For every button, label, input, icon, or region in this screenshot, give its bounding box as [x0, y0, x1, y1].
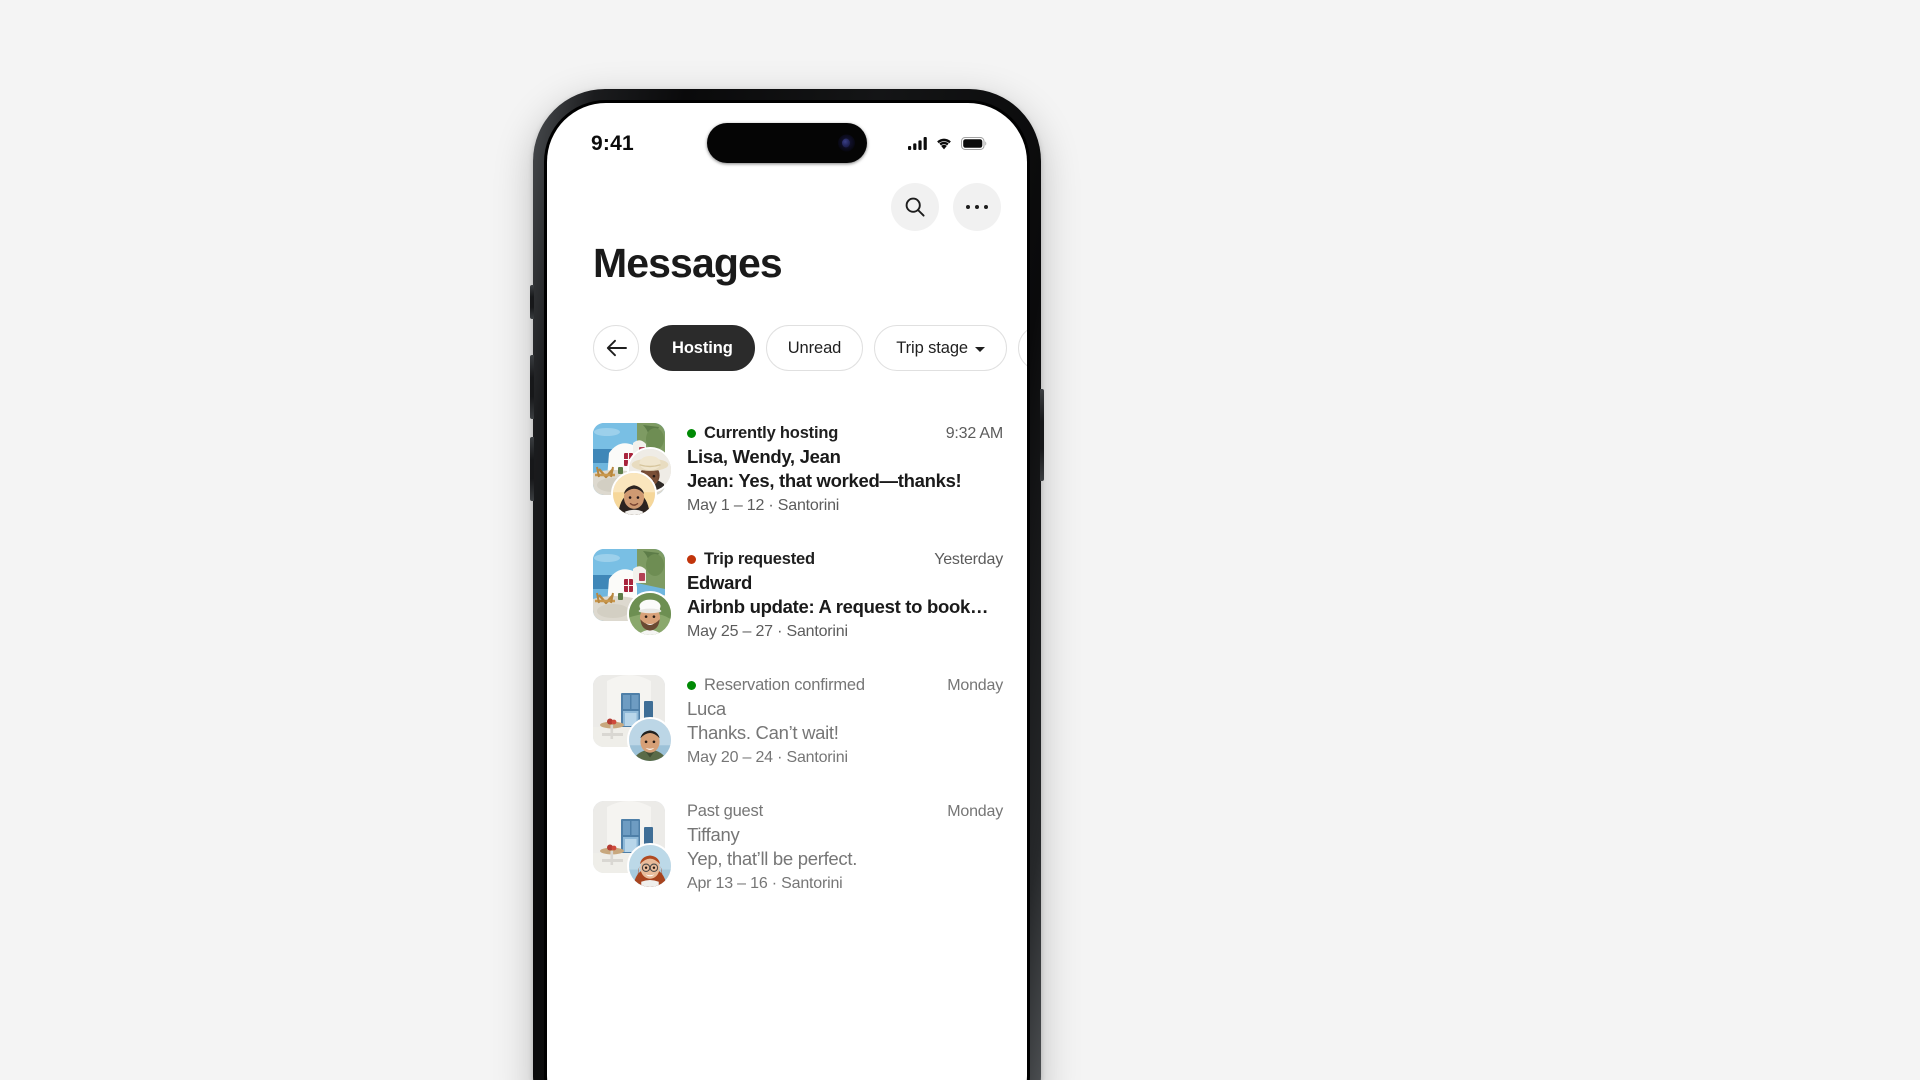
- message-content: Past guest Monday Tiffany Yep, that’ll be p…: [687, 801, 1027, 893]
- battery-icon: [961, 136, 987, 150]
- message-thumbnail-group: [593, 549, 673, 637]
- message-status-row: Reservation confirmed Monday: [687, 676, 1027, 695]
- message-row[interactable]: Trip requested Yesterday Edward Airbnb upda…: [593, 531, 1027, 657]
- status-bar-icons: [908, 136, 987, 150]
- filter-pill-hosting[interactable]: Hosting: [650, 325, 755, 371]
- avatar: [627, 843, 673, 889]
- message-sender-name: Edward: [687, 572, 753, 593]
- chevron-down-icon: [975, 346, 986, 352]
- avatar: [627, 717, 673, 763]
- app-header: [547, 165, 1027, 231]
- message-row[interactable]: Currently hosting 9:32 AM Lisa, Wendy, Jea…: [593, 401, 1027, 531]
- search-icon: [905, 197, 925, 217]
- avatar: [611, 471, 657, 517]
- filter-pill-label: Hosting: [672, 338, 733, 357]
- volume-down-button[interactable]: [530, 437, 534, 501]
- message-content: Reservation confirmed Monday Luca Thanks. C…: [687, 675, 1027, 767]
- message-timestamp: Monday: [947, 802, 1003, 820]
- filter-pill-row[interactable]: Hosting Unread Trip stage Listi: [547, 325, 1027, 371]
- message-trip-meta: May 1 – 12 · Santorini: [687, 497, 840, 514]
- message-preview-text: Airbnb update: A request to book…: [687, 596, 989, 617]
- message-preview-text: Jean: Yes, that worked—thanks!: [687, 470, 962, 491]
- cellular-signal-icon: [908, 136, 927, 150]
- message-sender-name: Tiffany: [687, 824, 740, 845]
- message-content: Trip requested Yesterday Edward Airbnb upda…: [687, 549, 1027, 641]
- arrow-left-icon: [606, 339, 627, 357]
- more-options-button[interactable]: [953, 183, 1001, 231]
- message-timestamp: 9:32 AM: [945, 424, 1004, 442]
- message-preview-text: Yep, that’ll be perfect.: [687, 848, 858, 869]
- message-list[interactable]: Currently hosting 9:32 AM Lisa, Wendy, Jea…: [547, 401, 1027, 1080]
- phone-frame: 9:41 Messages Hosting Unread Trip stage …: [530, 89, 1044, 1080]
- volume-up-button[interactable]: [530, 355, 534, 419]
- front-camera-icon: [838, 134, 855, 152]
- message-content: Currently hosting 9:32 AM Lisa, Wendy, Jea…: [687, 423, 1027, 515]
- status-dot-icon: [687, 555, 696, 564]
- message-thumbnail-group: [593, 675, 673, 763]
- status-dot-icon: [687, 681, 696, 690]
- message-status-group: Currently hosting: [687, 424, 838, 443]
- filter-pill-trip-stage[interactable]: Trip stage: [874, 325, 1008, 371]
- screenshot-stage: 9:41 Messages Hosting Unread Trip stage …: [0, 0, 1920, 1080]
- message-status-row: Currently hosting 9:32 AM: [687, 424, 1027, 443]
- message-status-group: Trip requested: [687, 550, 815, 569]
- message-status-group: Reservation confirmed: [687, 676, 865, 695]
- message-thumbnail-group: [593, 423, 673, 517]
- more-options-icon: [965, 204, 989, 210]
- message-thumbnail-group: [593, 801, 673, 889]
- filter-back-button[interactable]: [593, 325, 639, 371]
- filter-pill-label: Unread: [787, 338, 842, 357]
- search-button[interactable]: [891, 183, 939, 231]
- status-bar-time: 9:41: [591, 131, 634, 155]
- message-trip-meta: Apr 13 – 16 · Santorini: [687, 875, 843, 892]
- status-badge: Reservation confirmed: [704, 676, 865, 694]
- message-row[interactable]: Past guest Monday Tiffany Yep, that’ll be p…: [593, 783, 1027, 909]
- status-badge: Currently hosting: [704, 424, 839, 442]
- message-timestamp: Monday: [947, 676, 1003, 694]
- filter-pill-listi[interactable]: Listi: [1018, 325, 1027, 371]
- status-badge: Past guest: [687, 802, 763, 820]
- wifi-icon: [937, 138, 951, 149]
- message-status-group: Past guest: [687, 802, 763, 821]
- message-timestamp: Yesterday: [934, 550, 1003, 568]
- status-dot-icon: [687, 429, 696, 438]
- message-preview-text: Thanks. Can’t wait!: [687, 722, 839, 743]
- phone-screen: 9:41 Messages Hosting Unread Trip stage …: [547, 103, 1027, 1080]
- filter-pill-unread[interactable]: Unread: [765, 325, 864, 371]
- power-button[interactable]: [1040, 389, 1044, 481]
- page-title: Messages: [593, 240, 783, 286]
- message-sender-name: Lisa, Wendy, Jean: [687, 446, 841, 467]
- phone-bezel: 9:41 Messages Hosting Unread Trip stage …: [544, 100, 1030, 1080]
- filter-pill-label: Trip stage: [896, 338, 969, 357]
- dynamic-island: [707, 123, 867, 163]
- message-row[interactable]: Reservation confirmed Monday Luca Thanks. C…: [593, 657, 1027, 783]
- message-trip-meta: May 20 – 24 · Santorini: [687, 749, 848, 766]
- message-status-row: Trip requested Yesterday: [687, 550, 1027, 569]
- message-sender-name: Luca: [687, 698, 726, 719]
- message-trip-meta: May 25 – 27 · Santorini: [687, 623, 848, 640]
- avatar: [627, 591, 673, 637]
- silent-switch[interactable]: [530, 285, 534, 319]
- status-badge: Trip requested: [704, 550, 815, 568]
- message-status-row: Past guest Monday: [687, 802, 1027, 821]
